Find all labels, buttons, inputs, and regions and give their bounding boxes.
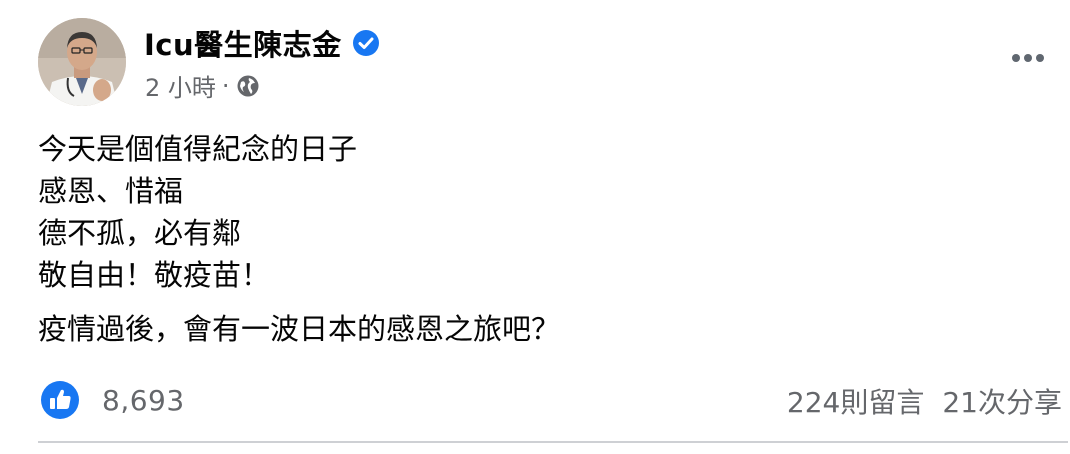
reaction-count: 8,693 bbox=[102, 383, 185, 417]
post-text-paragraph: 疫情過後，會有一波日本的感恩之旅吧？ bbox=[38, 312, 561, 346]
post-text-line: 德不孤，必有鄰 bbox=[38, 216, 242, 250]
author-name[interactable]: Icu醫生陳志金 bbox=[144, 22, 342, 64]
reactions-summary[interactable]: 8,693 bbox=[40, 380, 185, 420]
post-body: 今天是個值得紀念的日子 感恩、惜福 德不孤，必有鄰 敬自由！敬疫苗！ 疫情過後，… bbox=[38, 128, 560, 350]
globe-icon[interactable] bbox=[236, 74, 260, 98]
more-dot bbox=[1012, 54, 1020, 62]
shares-count-link[interactable]: 21次分享 bbox=[942, 381, 1062, 421]
meta-separator: · bbox=[221, 71, 230, 100]
engagement-counts: 224則留言 21次分享 bbox=[787, 381, 1062, 421]
post-text-line: 感恩、惜福 bbox=[38, 174, 184, 208]
author-header: Icu醫生陳志金 bbox=[144, 22, 380, 64]
more-dot bbox=[1036, 54, 1044, 62]
comments-count-link[interactable]: 224則留言 bbox=[787, 381, 924, 421]
more-options-icon[interactable] bbox=[1004, 42, 1052, 74]
post-text-line: 今天是個值得紀念的日子 bbox=[38, 132, 358, 166]
verified-badge-icon bbox=[352, 29, 380, 57]
divider bbox=[38, 441, 1068, 443]
avatar-photo bbox=[38, 18, 126, 106]
like-icon bbox=[40, 380, 80, 420]
more-dot bbox=[1024, 54, 1032, 62]
post-meta: 2 小時 · bbox=[145, 68, 260, 103]
post-timestamp[interactable]: 2 小時 bbox=[145, 68, 216, 103]
post-text-line: 敬自由！敬疫苗！ bbox=[38, 258, 271, 292]
facebook-post: Icu醫生陳志金 2 小時 · 今天是個值得紀念的日子 感恩、惜福 德不孤，必有… bbox=[0, 0, 1070, 454]
author-avatar[interactable] bbox=[38, 18, 126, 106]
